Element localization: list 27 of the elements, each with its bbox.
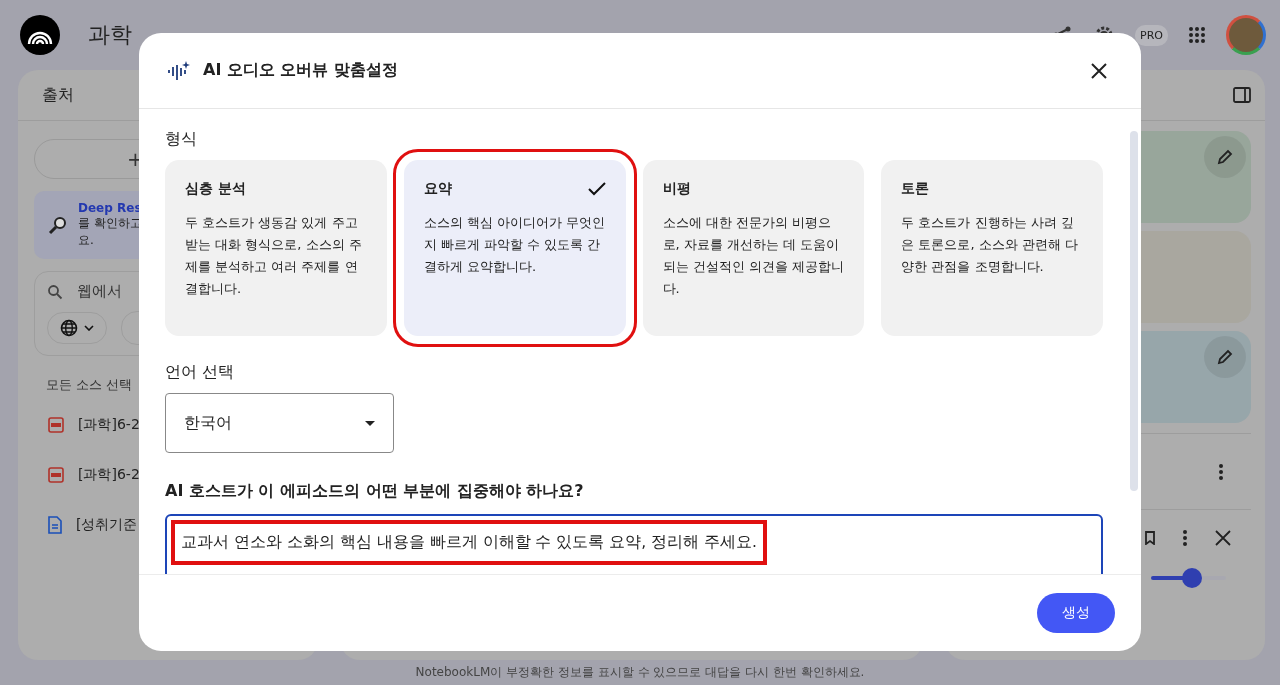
format-title: 심층 분석 [185, 180, 246, 198]
source-name[interactable]: [과학]6-2 [78, 466, 140, 484]
deep-research-text: 요. [78, 232, 95, 249]
format-title: 토론 [901, 180, 930, 198]
dialog-title: AI 오디오 오버뷰 맞춤설정 [203, 60, 399, 81]
generate-button[interactable]: 생성 [1037, 593, 1115, 633]
source-name[interactable]: [과학]6-2 [78, 416, 140, 434]
select-all-label: 모든 소스 선택 [45, 376, 134, 394]
format-label: 형식 [165, 129, 198, 150]
format-title: 요약 [423, 180, 452, 198]
format-option-card[interactable]: 비평 소스에 대한 전문가의 비평으로, 자료를 개선하는 데 도움이 되는 건설적인 의견을 제공합니다. [642, 160, 865, 336]
notebook-title: 과학 [88, 21, 132, 49]
format-description: 두 호스트가 진행하는 사려 깊은 토론으로, 소스와 관련해 다양한 관점을 조명합니다. [901, 214, 1079, 276]
focus-question-label: AI 호스트가 이 에피소드의 어떤 부분에 집중해야 하나요? [165, 481, 585, 502]
format-option-card[interactable]: 토론 두 호스트가 진행하는 사려 깊은 토론으로, 소스와 관련해 다양한 관점을 조명합니다. [881, 160, 1103, 336]
language-label: 언어 선택 [165, 362, 236, 383]
search-field[interactable]: 웹에서 [77, 282, 122, 301]
pro-badge: PRO [1135, 24, 1168, 46]
format-description: 두 호스트가 생동감 있게 주고받는 대화 형식으로, 소스의 주제를 분석하고 여러 주제를 연결합니다. [185, 214, 363, 298]
format-description: 소스의 핵심 아이디어가 무엇인지 빠르게 파악할 수 있도록 간결하게 요약합니다. [423, 214, 606, 276]
format-option-card[interactable]: 심층 분석 두 호스트가 생동감 있게 주고받는 대화 형식으로, 소스의 주제를 분석하고 여러 주제를 연결합니다. [165, 160, 387, 336]
source-name[interactable]: [성취기준 [76, 516, 138, 534]
disclaimer-text: NotebookLM이 부정확한 정보를 표시할 수 있으므로 대답을 다시 한번 확인하세요. [414, 664, 866, 681]
format-description: 소스에 대한 전문가의 비평으로, 자료를 개선하는 데 도움이 되는 건설적인 의견을 제공합니다. [662, 214, 845, 298]
format-title: 비평 [662, 180, 691, 198]
language-dropdown[interactable]: 한국어 [165, 393, 394, 453]
panel-title: 출처 [42, 84, 74, 106]
